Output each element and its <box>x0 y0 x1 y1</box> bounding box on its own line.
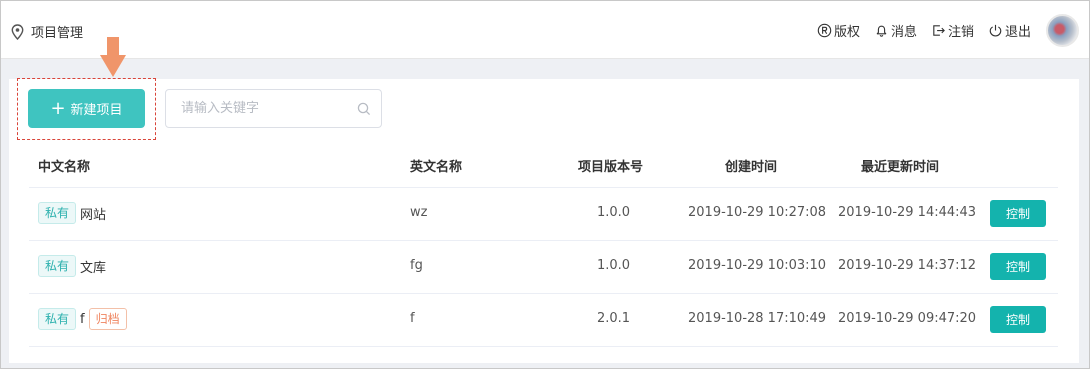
breadcrumb: 项目管理 <box>11 22 83 41</box>
copyright-label: 版权 <box>833 24 860 40</box>
archived-tag: 归档 <box>88 308 127 330</box>
english-name: f <box>410 311 415 326</box>
search-input[interactable] <box>166 90 351 127</box>
row-divider <box>29 293 1058 294</box>
exit-label: 退出 <box>1004 24 1031 40</box>
control-button[interactable]: 控制 <box>990 306 1046 333</box>
version: 1.0.0 <box>597 205 631 220</box>
column-header-english-name[interactable]: 英文名称 <box>410 156 462 175</box>
row-divider <box>29 346 1058 347</box>
column-header-created[interactable]: 创建时间 <box>725 156 777 175</box>
row-divider <box>29 187 1058 188</box>
private-tag: 私有 <box>38 308 77 330</box>
private-tag: 私有 <box>38 202 77 224</box>
created-time: 2019-10-28 17:10:49 <box>688 311 827 326</box>
control-button[interactable]: 控制 <box>990 200 1046 227</box>
updated-time: 2019-10-29 14:44:43 <box>838 205 977 220</box>
annotation-arrow-icon <box>100 37 126 77</box>
private-tag: 私有 <box>38 255 77 277</box>
logout-arrow-icon <box>933 24 945 36</box>
project-name: 网站 <box>80 207 107 223</box>
project-name: f <box>80 311 85 327</box>
name-cell: 私有 f 归档 <box>38 308 127 330</box>
messages-link[interactable]: 消息 <box>874 21 917 40</box>
control-button[interactable]: 控制 <box>990 253 1046 280</box>
name-cell: 私有 文库 <box>38 255 106 277</box>
new-project-label: 新建项目 <box>70 103 123 118</box>
sign-out-label: 注销 <box>947 24 974 40</box>
map-pin-icon <box>11 23 24 40</box>
english-name: fg <box>410 258 423 273</box>
column-header-chinese-name[interactable]: 中文名称 <box>38 156 90 175</box>
project-name: 文库 <box>80 260 107 276</box>
registered-icon <box>817 23 832 37</box>
created-time: 2019-10-29 10:03:10 <box>688 258 827 273</box>
search-icon[interactable] <box>357 102 371 116</box>
search-box <box>165 89 382 128</box>
messages-label: 消息 <box>890 24 917 40</box>
created-time: 2019-10-29 10:27:08 <box>688 205 827 220</box>
sign-out-link[interactable]: 注销 <box>931 21 974 40</box>
updated-time: 2019-10-29 09:47:20 <box>838 311 977 326</box>
top-bar: 项目管理 版权 消息 注销 退出 <box>1 1 1089 59</box>
name-cell: 私有 网站 <box>38 202 106 224</box>
english-name: wz <box>410 205 428 220</box>
row-divider <box>29 240 1058 241</box>
power-icon <box>989 24 1002 37</box>
exit-link[interactable]: 退出 <box>988 21 1031 40</box>
column-header-updated[interactable]: 最近更新时间 <box>861 156 939 175</box>
version: 1.0.0 <box>597 258 631 273</box>
plus-icon: + <box>50 97 66 119</box>
column-header-version[interactable]: 项目版本号 <box>578 156 643 175</box>
new-project-button[interactable]: + 新建项目 <box>28 89 145 128</box>
copyright-link[interactable]: 版权 <box>817 21 860 40</box>
avatar[interactable] <box>1046 13 1079 47</box>
version: 2.0.1 <box>597 311 631 326</box>
header-nav: 版权 消息 注销 退出 <box>817 1 1089 59</box>
bell-icon <box>876 25 887 37</box>
updated-time: 2019-10-29 14:37:12 <box>838 258 977 273</box>
page-title: 项目管理 <box>31 26 84 41</box>
